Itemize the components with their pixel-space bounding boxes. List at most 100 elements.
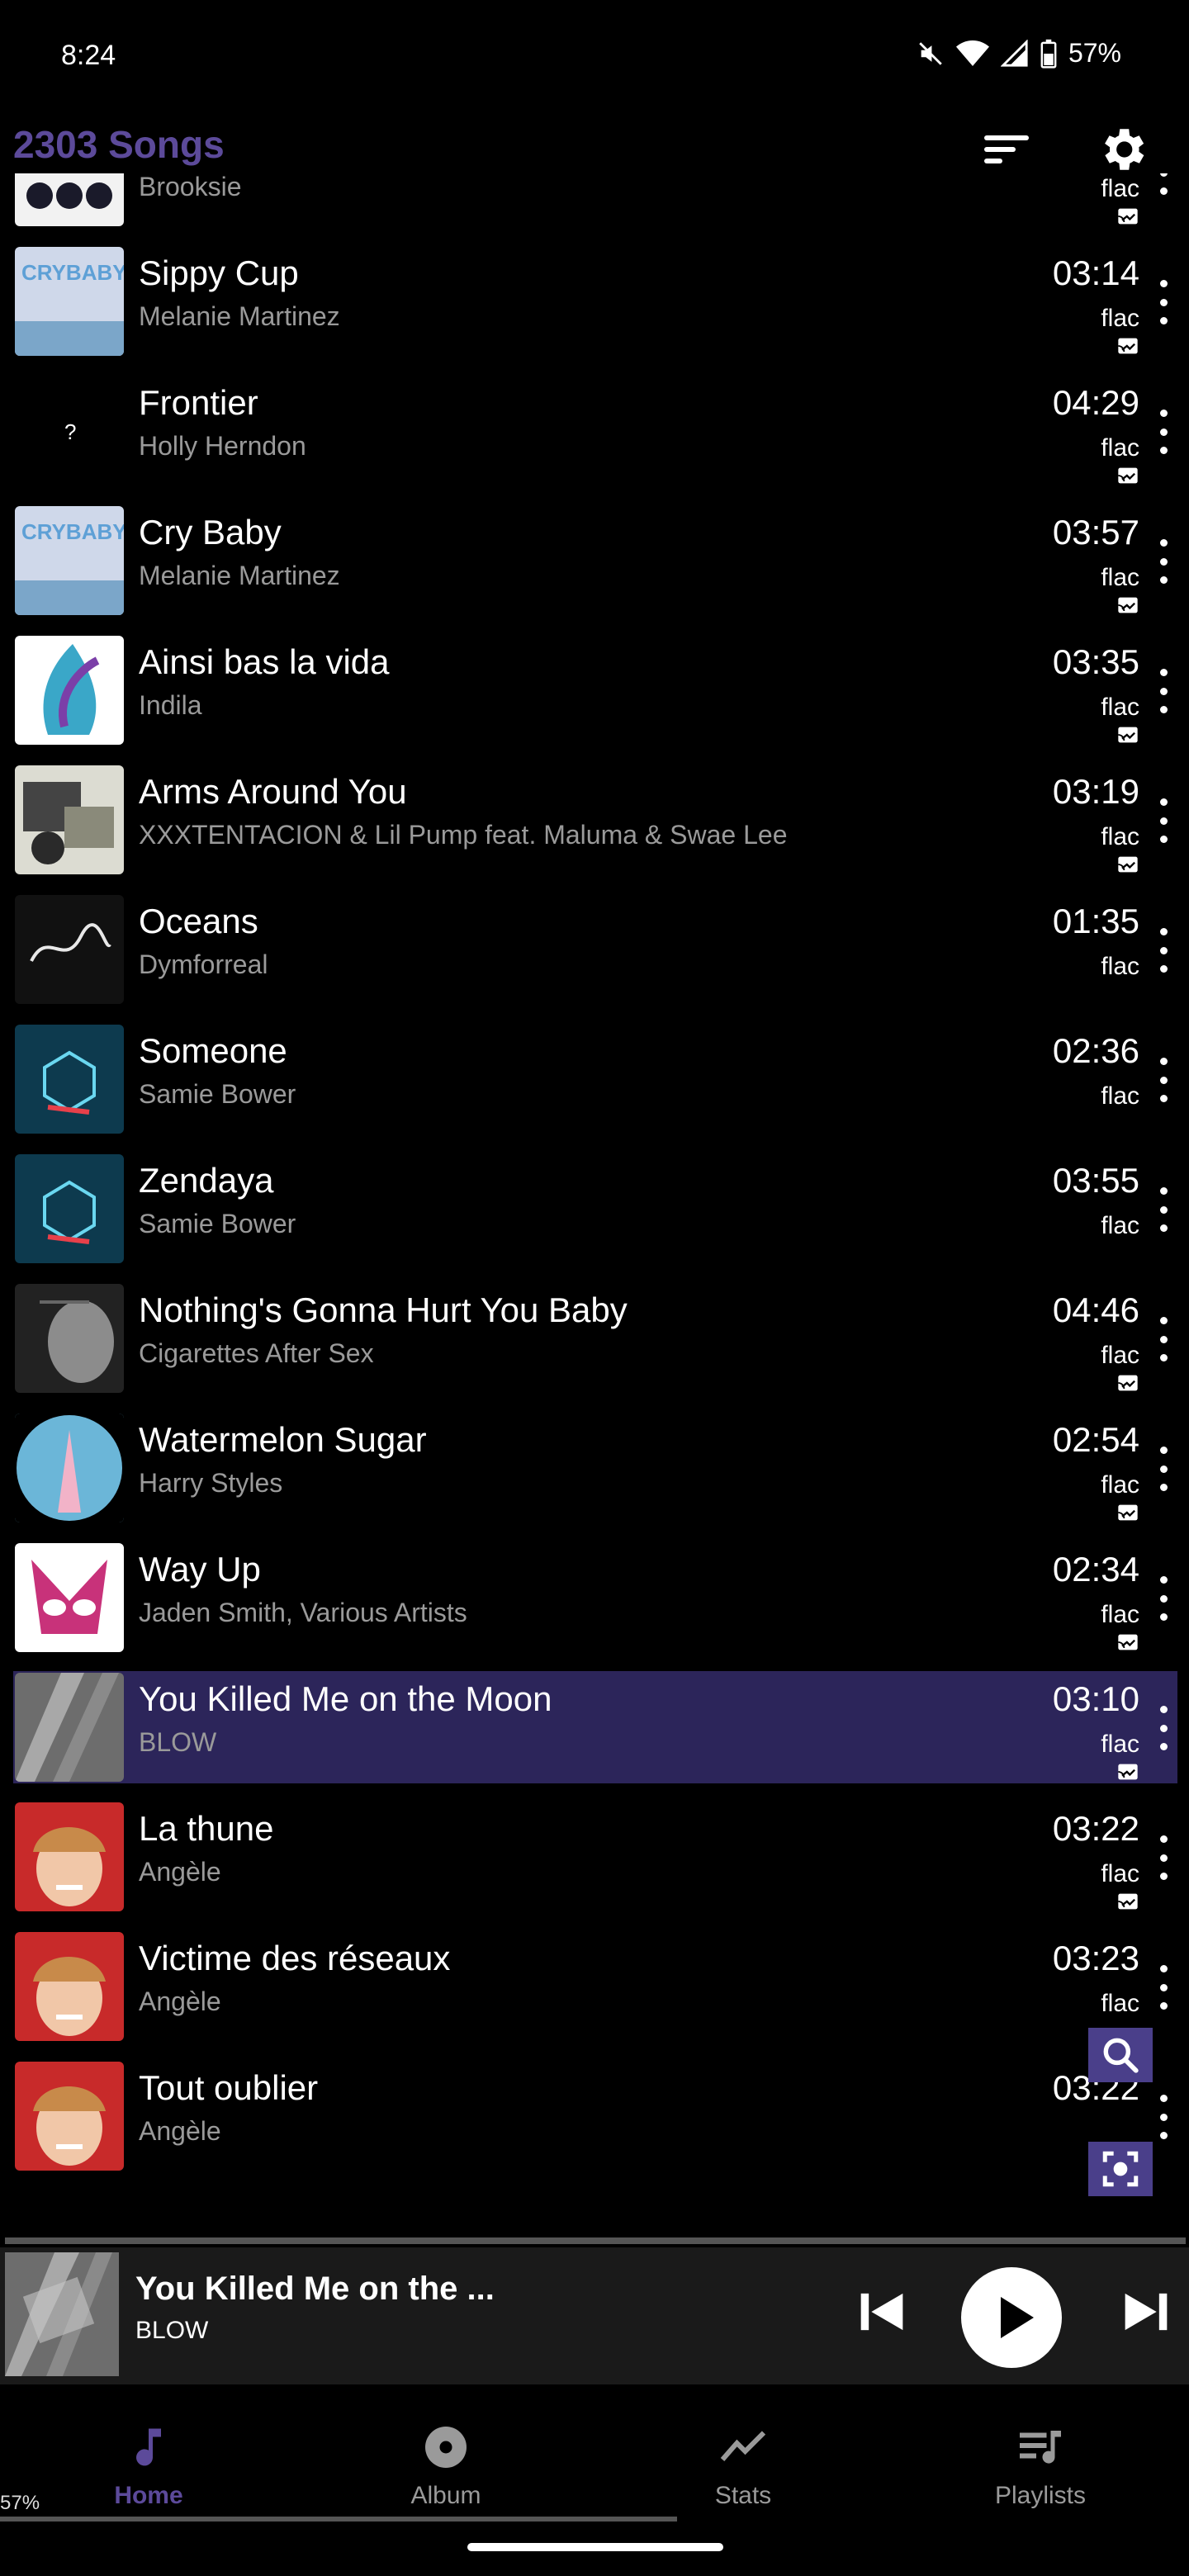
- cast-icon: [1116, 336, 1139, 356]
- song-row[interactable]: Tout oublier Angèle 03:22: [13, 2060, 1177, 2172]
- more-options-button[interactable]: [1151, 1058, 1176, 1102]
- home-indicator[interactable]: [467, 2543, 723, 2551]
- more-options-button[interactable]: [1151, 1965, 1176, 2010]
- album-art: [15, 1543, 124, 1652]
- floating-search-button[interactable]: [1088, 2028, 1153, 2082]
- more-options-button[interactable]: [1151, 1187, 1176, 1232]
- song-format: flac: [1101, 1342, 1139, 1369]
- song-artist: Harry Styles: [139, 1468, 283, 1498]
- song-row[interactable]: CRYBABY Cry Baby Melanie Martinez 03:57 flac: [13, 504, 1177, 617]
- floating-capture-button[interactable]: [1088, 2142, 1153, 2196]
- more-options-button[interactable]: [1151, 1576, 1176, 1621]
- song-duration: 01:35: [1052, 902, 1139, 940]
- skip-previous-icon: [860, 2293, 903, 2331]
- song-duration: 03:55: [1052, 1161, 1139, 1200]
- more-options-button[interactable]: [1151, 1706, 1176, 1750]
- now-playing-album-art: [5, 2252, 119, 2376]
- song-duration: 04:46: [1052, 1290, 1139, 1329]
- album-art: CRYBABY: [15, 247, 124, 356]
- song-format: flac: [1101, 1082, 1139, 1110]
- song-artist: Angèle: [139, 2116, 221, 2146]
- song-row[interactable]: Way Up Jaden Smith, Various Artists 02:34 f…: [13, 1541, 1177, 1654]
- more-options-button[interactable]: [1151, 1317, 1176, 1361]
- song-row[interactable]: La thune Angèle 03:22 flac: [13, 1801, 1177, 1913]
- song-duration: 02:34: [1052, 1550, 1139, 1589]
- cast-icon: [1116, 725, 1139, 745]
- more-options-button[interactable]: [1151, 280, 1176, 324]
- song-format: flac: [1101, 564, 1139, 591]
- song-title: Cry Baby: [139, 513, 282, 552]
- song-format: flac: [1101, 823, 1139, 850]
- cast-icon: [1116, 595, 1139, 615]
- nav-home[interactable]: Home: [66, 2401, 231, 2509]
- song-row[interactable]: ? Frontier Holly Herndon 04:29 flac: [13, 375, 1177, 487]
- song-title: Zendaya: [139, 1161, 274, 1200]
- song-row[interactable]: Arms Around You XXXTENTACION & Lil Pump f…: [13, 764, 1177, 876]
- song-row[interactable]: Not Into YouBrooksie02:38flac: [13, 173, 1177, 228]
- song-row[interactable]: Watermelon Sugar Harry Styles 02:54 flac: [13, 1412, 1177, 1524]
- more-options-button[interactable]: [1151, 2095, 1176, 2139]
- nav-playlists[interactable]: Playlists: [958, 2401, 1123, 2509]
- song-format: flac: [1101, 305, 1139, 332]
- song-format: flac: [1101, 1471, 1139, 1499]
- more-options-button[interactable]: [1151, 1835, 1176, 1880]
- next-button[interactable]: [1115, 2280, 1177, 2343]
- song-artist: Angèle: [139, 1986, 221, 2016]
- nav-stats[interactable]: Stats: [661, 2401, 826, 2509]
- previous-button[interactable]: [850, 2280, 913, 2343]
- play-button[interactable]: [961, 2267, 1062, 2368]
- song-row[interactable]: Zendaya Samie Bower 03:55 flac: [13, 1153, 1177, 1265]
- sort-button[interactable]: [981, 124, 1032, 175]
- album-art: [15, 1802, 124, 1911]
- now-playing-bar[interactable]: You Killed Me on the ... BLOW: [0, 2247, 1189, 2384]
- svg-text:CRYBABY: CRYBABY: [21, 519, 124, 544]
- song-duration: 03:57: [1052, 513, 1139, 552]
- song-row[interactable]: You Killed Me on the Moon BLOW 03:10 flac: [13, 1671, 1177, 1783]
- album-art: [15, 1673, 124, 1782]
- song-duration: 03:19: [1052, 772, 1139, 811]
- song-row[interactable]: Nothing's Gonna Hurt You Baby Cigarettes …: [13, 1282, 1177, 1395]
- settings-button[interactable]: [1095, 122, 1149, 177]
- album-art: [15, 895, 124, 1004]
- skip-next-icon: [1125, 2293, 1168, 2331]
- song-duration: 03:22: [1052, 1809, 1139, 1848]
- svg-text:?: ?: [64, 419, 76, 444]
- song-row[interactable]: Victime des réseaux Angèle 03:23 flac: [13, 1930, 1177, 2043]
- album-art: CRYBABY: [15, 506, 124, 615]
- song-format: flac: [1101, 434, 1139, 462]
- song-duration: 03:14: [1052, 253, 1139, 292]
- song-row[interactable]: Someone Samie Bower 02:36 flac: [13, 1023, 1177, 1135]
- nav-playlists-label: Playlists: [994, 2482, 1087, 2509]
- song-artist: Melanie Martinez: [139, 301, 340, 331]
- cast-icon: [1116, 1632, 1139, 1652]
- song-duration: 03:35: [1052, 642, 1139, 681]
- app-header: 2303 Songs: [0, 116, 1189, 182]
- more-options-button[interactable]: [1151, 798, 1176, 843]
- more-options-button[interactable]: [1151, 1447, 1176, 1491]
- music-note-icon: [136, 2428, 161, 2466]
- more-options-button[interactable]: [1151, 928, 1176, 973]
- song-row[interactable]: Ainsi bas la vida Indila 03:35 flac: [13, 634, 1177, 746]
- song-list[interactable]: Not Into YouBrooksie02:38flac CRYBABY Sipp…: [0, 173, 1189, 2234]
- song-artist: Melanie Martinez: [139, 561, 340, 590]
- song-duration: 03:10: [1052, 1679, 1139, 1718]
- song-artist: Indila: [139, 690, 202, 720]
- more-options-button[interactable]: [1151, 669, 1176, 713]
- cast-icon: [1116, 855, 1139, 874]
- more-options-button[interactable]: [1151, 173, 1176, 195]
- status-time: 8:24: [61, 40, 116, 71]
- nav-home-label: Home: [114, 2482, 183, 2509]
- cast-icon: [1116, 1373, 1139, 1393]
- song-artist: Jaden Smith, Various Artists: [139, 1598, 467, 1627]
- song-row[interactable]: CRYBABY Sippy Cup Melanie Martinez 03:14 fla…: [13, 245, 1177, 358]
- song-row[interactable]: Oceans Dymforreal 01:35 flac: [13, 893, 1177, 1006]
- more-options-button[interactable]: [1151, 539, 1176, 584]
- battery-icon: [1040, 39, 1057, 69]
- song-title: La thune: [139, 1809, 274, 1848]
- nav-album[interactable]: Album: [363, 2401, 528, 2509]
- song-format: flac: [1101, 1990, 1139, 2017]
- song-artist: BLOW: [139, 1727, 217, 1757]
- playback-progress-bar[interactable]: [5, 2237, 1186, 2244]
- status-bar: 8:24 57%: [0, 0, 1189, 116]
- more-options-button[interactable]: [1151, 410, 1176, 454]
